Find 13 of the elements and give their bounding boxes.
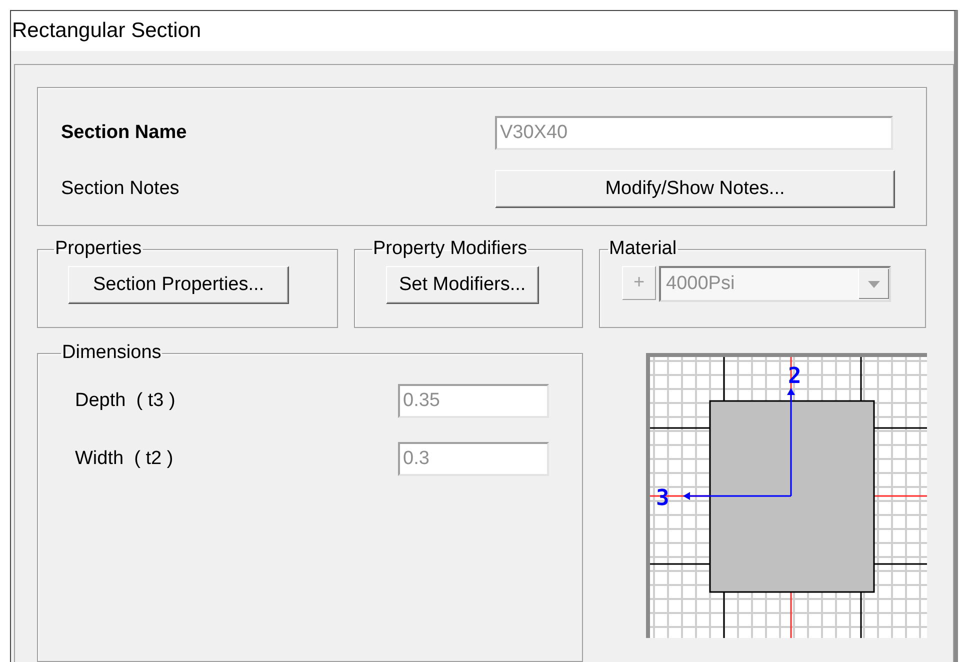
field-label: Depth ( t3 )	[75, 390, 176, 412]
field-label: Width ( t2 )	[75, 448, 174, 470]
window-title: Rectangular Section	[12, 19, 202, 43]
notes-button[interactable]: Modify/Show Notes...	[495, 170, 895, 208]
dropdown-arrow-icon	[868, 280, 880, 288]
field-label: Section Notes	[61, 178, 180, 200]
group-title: Dimensions	[61, 342, 162, 364]
group-title: Property Modifiers	[372, 238, 528, 260]
field-label: Section Name	[61, 122, 188, 144]
group-button[interactable]: Set Modifiers...	[386, 266, 539, 304]
group-title: Properties	[54, 238, 143, 260]
group-button[interactable]: Section Properties...	[68, 266, 290, 304]
group-title: Material	[608, 238, 678, 260]
